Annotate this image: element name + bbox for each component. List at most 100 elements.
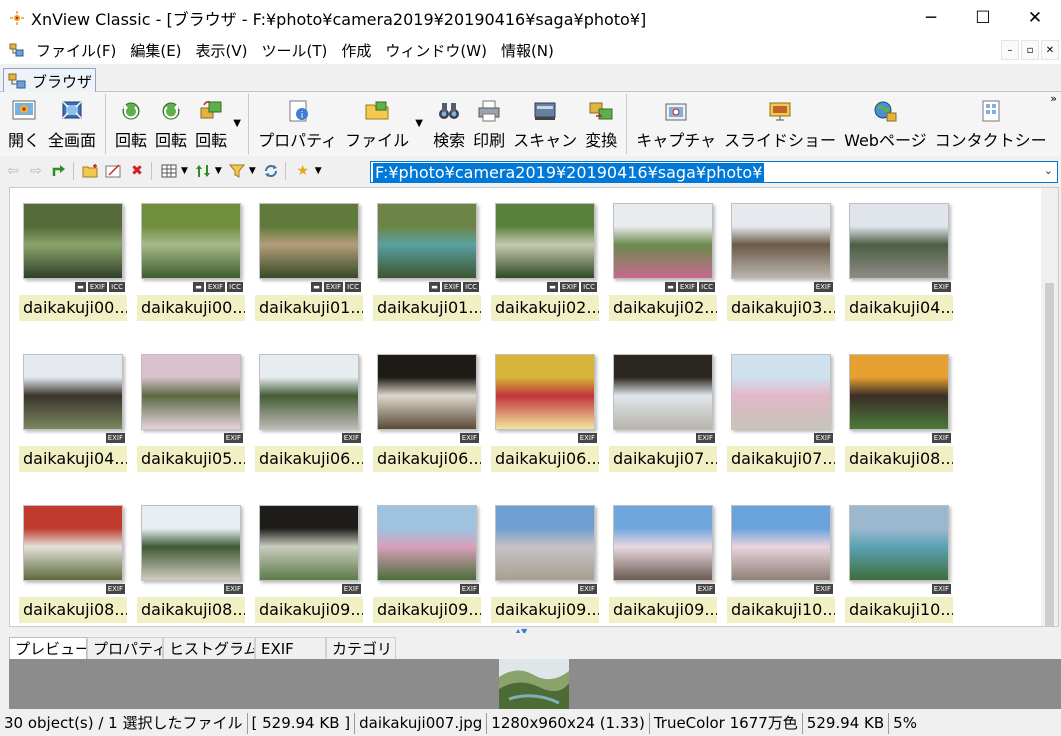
parent-folder-icon[interactable] xyxy=(49,161,69,181)
sort-dropdown-icon[interactable]: ▼ xyxy=(215,166,222,176)
properties-button[interactable]: i プロパティ xyxy=(254,92,341,151)
menu-tools[interactable]: ツール(T) xyxy=(255,40,335,61)
thumbnail-gallery[interactable]: ▬ EXIF ICC daikakuji00... ▬ EXIF ICC daikakuji0… xyxy=(9,187,1059,627)
refresh-icon[interactable] xyxy=(261,161,281,181)
view-mode-dropdown-icon[interactable]: ▼ xyxy=(181,166,188,176)
title-bar: XnView Classic - [ブラウザ - F:¥photo¥camera… xyxy=(0,0,1061,36)
forward-arrow-icon[interactable]: ⇨ xyxy=(26,161,46,181)
menu-edit[interactable]: 編集(E) xyxy=(123,40,188,61)
favorite-dropdown-icon[interactable]: ▼ xyxy=(315,166,322,176)
search-button[interactable]: 検索 xyxy=(429,92,469,151)
address-input[interactable]: F:¥photo¥camera2019¥20190416¥saga¥photo¥… xyxy=(370,161,1058,183)
thumbnail-item[interactable]: EXIF daikakuji07... xyxy=(609,353,717,473)
capture-button[interactable]: キャプチャ xyxy=(632,92,720,151)
thumbnail-item[interactable]: ▬ EXIF ICC daikakuji00... xyxy=(137,202,245,322)
new-folder-icon[interactable] xyxy=(81,161,101,181)
rotate-left-button[interactable]: 回転 xyxy=(111,92,151,151)
rotate-right-icon xyxy=(157,98,185,124)
toolbar-overflow-button[interactable]: » xyxy=(1050,92,1057,105)
thumbnail-image xyxy=(495,203,595,279)
mdi-restore-button[interactable]: ▫ xyxy=(1021,40,1039,60)
filter-icon[interactable] xyxy=(227,161,247,181)
thumbnail-item[interactable]: ▬ EXIF ICC daikakuji00... xyxy=(19,202,127,322)
sort-icon[interactable] xyxy=(193,161,213,181)
menu-view[interactable]: 表示(V) xyxy=(189,40,255,61)
exif-badge: EXIF xyxy=(677,282,698,292)
thumbnail-item[interactable]: EXIF daikakuji06... xyxy=(255,353,363,473)
scan-button[interactable]: スキャン xyxy=(509,92,581,151)
menu-window[interactable]: ウィンドウ(W) xyxy=(378,40,494,61)
thumbnail-item[interactable]: EXIF daikakuji08... xyxy=(19,504,127,624)
thumbnail-item[interactable]: EXIF daikakuji10... xyxy=(845,504,953,624)
rotate-dropdown-icon[interactable]: ▼ xyxy=(231,92,243,129)
exif-badge: EXIF xyxy=(813,584,833,594)
tab-exif[interactable]: EXIF xyxy=(255,637,326,660)
thumbnail-item[interactable]: EXIF daikakuji04... xyxy=(19,353,127,473)
file-dropdown-icon[interactable]: ▼ xyxy=(413,92,425,129)
contact-sheet-button[interactable]: コンタクトシー xyxy=(931,92,1051,151)
menu-info[interactable]: 情報(N) xyxy=(494,40,561,61)
fullscreen-button[interactable]: 全画面 xyxy=(44,92,100,151)
scrollbar-thumb[interactable] xyxy=(1045,283,1054,626)
favorite-star-icon[interactable]: ★ xyxy=(293,161,313,181)
file-menu-button[interactable]: ファイル xyxy=(341,92,413,151)
rotate-right-button[interactable]: 回転 xyxy=(151,92,191,151)
slideshow-button[interactable]: スライドショー xyxy=(720,92,840,151)
thumbnail-badges: EXIF xyxy=(459,584,479,594)
thumbnail-item[interactable]: EXIF daikakuji05... xyxy=(137,353,245,473)
menu-create[interactable]: 作成 xyxy=(334,40,378,61)
tab-properties[interactable]: プロパティ xyxy=(87,637,163,660)
thumbnail-filename: daikakuji06... xyxy=(255,446,363,472)
convert-button[interactable]: 変換 xyxy=(581,92,621,151)
print-button[interactable]: 印刷 xyxy=(469,92,509,151)
maximize-button[interactable]: ☐ xyxy=(957,0,1009,36)
filter-dropdown-icon[interactable]: ▼ xyxy=(249,166,256,176)
thumbnail-item[interactable]: EXIF daikakuji07... xyxy=(727,353,835,473)
thumbnail-badges: ▬ EXIF ICC xyxy=(429,282,479,292)
webpage-button[interactable]: Webページ xyxy=(840,92,931,151)
back-arrow-icon[interactable]: ⇦ xyxy=(3,161,23,181)
tab-browser[interactable]: ブラウザ xyxy=(3,68,96,93)
thumbnail-item[interactable]: ▬ EXIF ICC daikakuji01... xyxy=(255,202,363,322)
address-dropdown-icon[interactable]: ⌄ xyxy=(1044,164,1053,177)
thumbnail-flag-icon: ▬ xyxy=(193,282,204,292)
thumbnail-item[interactable]: EXIF daikakuji10... xyxy=(727,504,835,624)
thumbnail-item[interactable]: EXIF daikakuji06... xyxy=(373,353,481,473)
thumbnail-filename: daikakuji08... xyxy=(845,446,953,472)
thumbnail-badges: EXIF xyxy=(105,433,125,443)
minimize-button[interactable]: ─ xyxy=(905,0,957,36)
exif-badge: EXIF xyxy=(931,584,951,594)
view-mode-icon[interactable] xyxy=(159,161,179,181)
thumbnail-item[interactable]: EXIF daikakuji04... xyxy=(845,202,953,322)
icc-badge: ICC xyxy=(227,282,243,292)
tab-preview[interactable]: プレビュー xyxy=(9,637,87,660)
thumbnail-item[interactable]: EXIF daikakuji09... xyxy=(491,504,599,624)
vertical-scrollbar[interactable] xyxy=(1041,188,1058,626)
close-button[interactable]: ✕ xyxy=(1009,0,1061,36)
thumbnail-item[interactable]: EXIF daikakuji09... xyxy=(255,504,363,624)
thumbnail-item[interactable]: ▬ EXIF ICC daikakuji01... xyxy=(373,202,481,322)
thumbnail-item[interactable]: EXIF daikakuji06... xyxy=(491,353,599,473)
thumbnail-item[interactable]: EXIF daikakuji08... xyxy=(137,504,245,624)
document-icon[interactable] xyxy=(9,42,25,58)
mdi-close-button[interactable]: ✕ xyxy=(1041,40,1059,60)
thumbnail-item[interactable]: EXIF daikakuji09... xyxy=(609,504,717,624)
menu-file[interactable]: ファイル(F) xyxy=(29,40,123,61)
xnview-app-icon[interactable] xyxy=(9,10,25,26)
thumbnail-item[interactable]: EXIF daikakuji03... xyxy=(727,202,835,322)
thumbnail-filename: daikakuji09... xyxy=(255,597,363,623)
tab-histogram[interactable]: ヒストグラム xyxy=(163,637,255,660)
thumbnail-item[interactable]: EXIF daikakuji09... xyxy=(373,504,481,624)
mdi-minimize-button[interactable]: – xyxy=(1001,40,1019,60)
thumbnail-item[interactable]: ▬ EXIF ICC daikakuji02... xyxy=(609,202,717,322)
thumbnail-badges: EXIF xyxy=(931,584,951,594)
rotate-menu-button[interactable]: 回転 xyxy=(191,92,231,151)
delete-icon[interactable]: ✖ xyxy=(127,161,147,181)
thumbnail-item[interactable]: ▬ EXIF ICC daikakuji02... xyxy=(491,202,599,322)
thumbnail-item[interactable]: EXIF daikakuji08... xyxy=(845,353,953,473)
open-button[interactable]: 開く xyxy=(4,92,44,151)
thumbnail-badges: EXIF xyxy=(695,433,715,443)
thumbnail-image xyxy=(259,505,359,581)
rename-icon[interactable] xyxy=(104,161,124,181)
tab-category[interactable]: カテゴリ xyxy=(326,637,396,660)
